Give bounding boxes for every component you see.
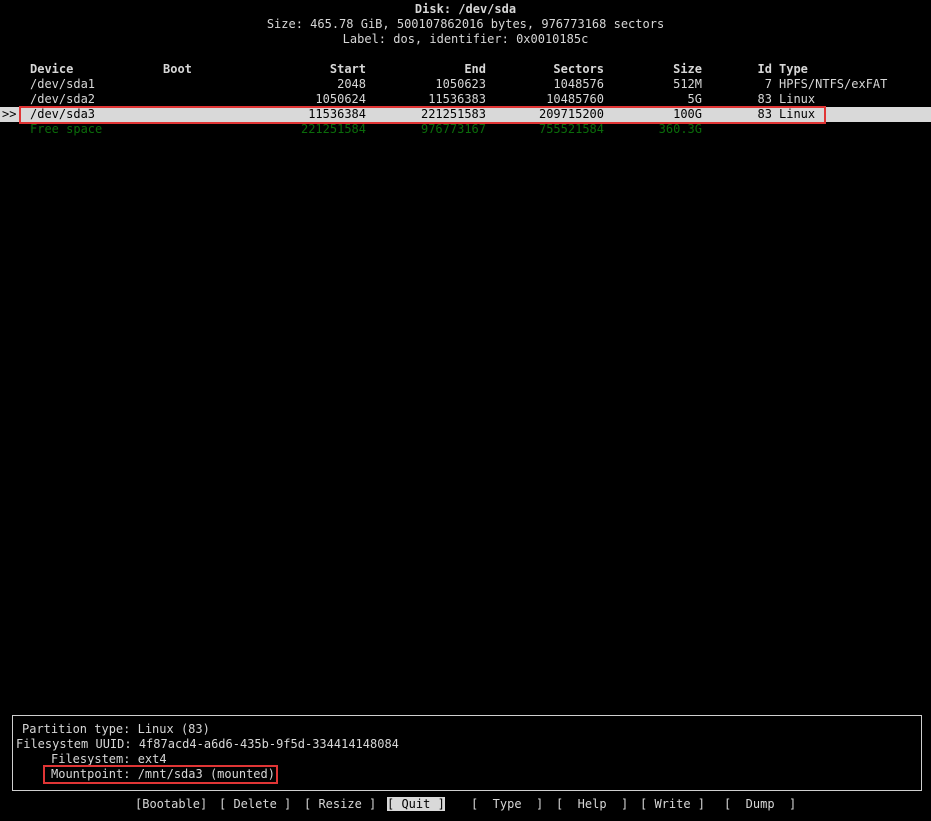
header-boot: Boot <box>163 62 192 76</box>
cell-type: Linux <box>779 92 816 106</box>
delete-button[interactable]: [ Delete ] <box>219 797 291 812</box>
partition-row-sda1[interactable]: /dev/sda1 2048 1050623 1048576 512M 7 HP… <box>0 77 931 92</box>
cell-sectors: 1048576 <box>553 77 604 91</box>
dump-button[interactable]: [ Dump ] <box>724 797 796 812</box>
quit-label: Quit <box>394 797 438 811</box>
header-device: Device <box>30 62 74 76</box>
selection-cursor: >> <box>2 107 17 121</box>
cell-sectors: 10485760 <box>546 92 604 106</box>
info-partition-type: Partition type: Linux (83) <box>22 722 210 736</box>
disk-label-line: Label: dos, identifier: 0x0010185c <box>342 32 589 46</box>
info-filesystem-uuid: Filesystem UUID: 4f87acd4-a6d6-435b-9f5d… <box>16 737 399 751</box>
help-button[interactable]: [ Help ] <box>556 797 628 812</box>
cell-start: 221251584 <box>300 122 366 136</box>
quit-right-bracket: ] <box>437 797 445 811</box>
header-end: End <box>464 62 486 76</box>
cell-sectors: 755521584 <box>538 122 604 136</box>
cell-end: 11536383 <box>428 92 486 106</box>
header-size: Size <box>673 62 702 76</box>
header-start: Start <box>329 62 366 76</box>
cell-end: 1050623 <box>435 77 486 91</box>
cell-start: 1050624 <box>315 92 366 106</box>
cell-type: HPFS/NTFS/exFAT <box>779 77 888 91</box>
cell-id: 7 <box>764 77 772 91</box>
quit-button[interactable]: [ Quit ] <box>387 797 445 812</box>
cell-device: /dev/sda2 <box>30 92 96 106</box>
cell-id: 83 <box>757 92 772 106</box>
cell-end: 976773167 <box>420 122 486 136</box>
resize-button[interactable]: [ Resize ] <box>304 797 376 812</box>
type-button[interactable]: [ Type ] <box>471 797 543 812</box>
cell-device: Free space <box>30 122 103 136</box>
disk-size-line: Size: 465.78 GiB, 500107862016 bytes, 97… <box>266 17 665 31</box>
cell-size: 5G <box>687 92 702 106</box>
bootable-button[interactable]: [Bootable] <box>135 797 207 812</box>
partition-row-sda2[interactable]: /dev/sda2 1050624 11536383 10485760 5G 8… <box>0 92 931 107</box>
cell-size: 512M <box>673 77 702 91</box>
free-space-row[interactable]: Free space 221251584 976773167 755521584… <box>0 122 931 137</box>
cell-start: 2048 <box>337 77 366 91</box>
write-button[interactable]: [ Write ] <box>640 797 705 812</box>
header-type: Type <box>779 62 808 76</box>
header-id: Id <box>757 62 772 76</box>
cell-size: 360.3G <box>658 122 702 136</box>
cell-device: /dev/sda1 <box>30 77 96 91</box>
header-sectors: Sectors <box>553 62 604 76</box>
table-header: Device Boot Start End Sectors Size Id Ty… <box>0 62 931 77</box>
disk-title: Disk: /dev/sda <box>414 2 517 16</box>
mountpoint-highlight-box <box>43 765 278 784</box>
